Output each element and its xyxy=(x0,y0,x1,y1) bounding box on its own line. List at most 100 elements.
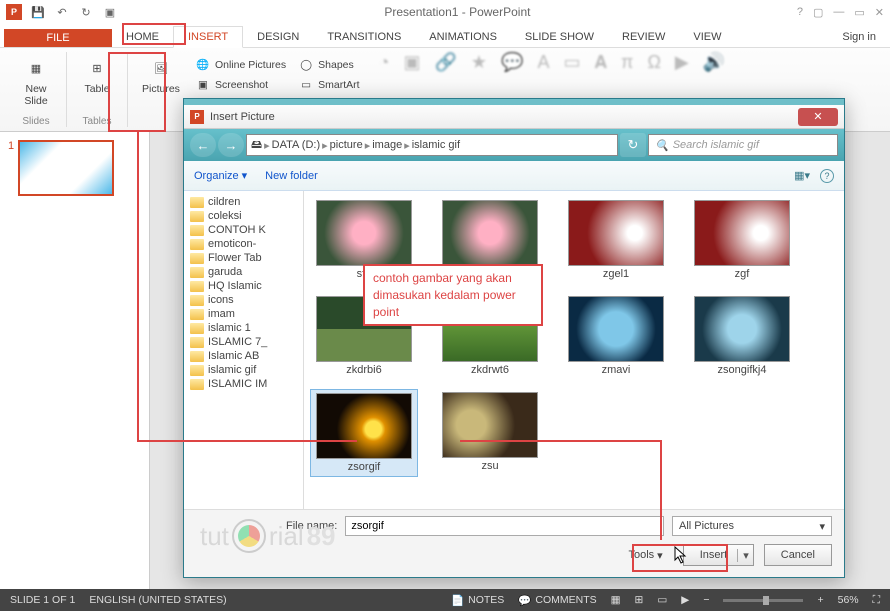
folder-item[interactable]: imam xyxy=(184,307,303,321)
save-icon[interactable]: 💾 xyxy=(30,4,46,20)
close-icon[interactable]: ✕ xyxy=(875,6,884,19)
minimize-icon[interactable]: — xyxy=(833,6,844,19)
file-item[interactable]: zgf xyxy=(688,197,796,283)
header-icon[interactable]: ▭ xyxy=(563,52,580,98)
arrow-line xyxy=(137,132,139,442)
file-name: zkdrwt6 xyxy=(471,364,509,376)
fit-window-icon[interactable]: ⛶ xyxy=(873,594,880,607)
new-slide-button[interactable]: ▦ New Slide xyxy=(14,52,58,109)
online-pictures-button[interactable]: 🌐Online Pictures xyxy=(192,56,289,74)
folder-item[interactable]: ISLAMIC 7_ xyxy=(184,335,303,349)
insert-button[interactable]: Insert▾ xyxy=(683,544,754,566)
audio-icon[interactable]: 🔊 xyxy=(703,52,725,98)
comments-button[interactable]: 💬 COMMENTS xyxy=(518,594,596,607)
new-folder-button[interactable]: New folder xyxy=(265,170,318,182)
filename-input[interactable] xyxy=(345,516,664,536)
pictures-button[interactable]: 🖼 Pictures xyxy=(136,52,186,98)
view-options-button[interactable]: ▦▾ xyxy=(794,169,810,183)
ribbon-toggle-icon[interactable]: ▢ xyxy=(813,6,823,19)
chart-icon[interactable]: ◔ xyxy=(379,52,390,98)
shapes-icon: ◯ xyxy=(298,57,314,73)
cancel-button[interactable]: Cancel xyxy=(764,544,832,566)
folder-item[interactable]: ISLAMIC IM xyxy=(184,377,303,391)
symbol-icon[interactable]: Ω xyxy=(647,52,660,98)
language-status[interactable]: ENGLISH (UNITED STATES) xyxy=(89,594,226,606)
slide-thumbnail[interactable] xyxy=(18,140,114,196)
wordart-icon[interactable]: 𝐀 xyxy=(594,52,607,98)
view-normal-icon[interactable]: ▦ xyxy=(611,594,621,606)
dialog-close-button[interactable]: ✕ xyxy=(798,108,838,126)
insert-picture-dialog: P Insert Picture ✕ ← → 🖴 ▸ DATA (D:)▸ pi… xyxy=(183,98,845,578)
maximize-icon[interactable]: ▭ xyxy=(854,6,864,19)
tools-button[interactable]: Tools▾ xyxy=(628,549,662,562)
folder-icon xyxy=(190,197,204,208)
tab-transitions[interactable]: TRANSITIONS xyxy=(313,27,415,47)
tab-view[interactable]: VIEW xyxy=(679,27,735,47)
view-slideshow-icon[interactable]: ▶ xyxy=(681,594,689,606)
view-reading-icon[interactable]: ▭ xyxy=(657,594,667,606)
redo-icon[interactable]: ↻ xyxy=(78,4,94,20)
folder-item[interactable]: HQ Islamic xyxy=(184,279,303,293)
comment-icon[interactable]: 💬 xyxy=(501,52,523,98)
chevron-down-icon[interactable]: ▾ xyxy=(737,549,749,562)
file-filter-select[interactable]: All Pictures▾ xyxy=(672,516,832,536)
zoom-in-icon[interactable]: + xyxy=(817,594,823,606)
folder-icon xyxy=(190,379,204,390)
file-item[interactable]: zmavi xyxy=(562,293,670,379)
tab-insert[interactable]: INSERT xyxy=(173,26,243,48)
sign-in-link[interactable]: Sign in xyxy=(828,27,890,47)
folder-item[interactable]: islamic gif xyxy=(184,363,303,377)
file-item[interactable]: zgel1 xyxy=(562,197,670,283)
tab-design[interactable]: DESIGN xyxy=(243,27,313,47)
textbox-icon[interactable]: A xyxy=(537,52,549,98)
apps-icon[interactable]: ▣ xyxy=(403,52,420,98)
view-sorter-icon[interactable]: ⊞ xyxy=(635,594,644,606)
start-icon[interactable]: ▣ xyxy=(102,4,118,20)
folder-item[interactable]: CONTOH K xyxy=(184,223,303,237)
tab-review[interactable]: REVIEW xyxy=(608,27,679,47)
help-icon[interactable]: ? xyxy=(797,6,803,19)
smartart-button[interactable]: ▭SmartArt xyxy=(295,76,362,94)
table-button[interactable]: ⊞ Table xyxy=(75,52,119,98)
tab-file[interactable]: FILE xyxy=(4,29,112,47)
action-icon[interactable]: ★ xyxy=(471,52,487,98)
app-icon: P xyxy=(6,4,22,20)
tab-animations[interactable]: ANIMATIONS xyxy=(415,27,511,47)
tab-home[interactable]: HOME xyxy=(112,27,173,47)
tab-slideshow[interactable]: SLIDE SHOW xyxy=(511,27,608,47)
annotation-callout: contoh gambar yang akan dimasukan kedala… xyxy=(363,264,543,326)
undo-icon[interactable]: ↶ xyxy=(54,4,70,20)
help-icon[interactable]: ? xyxy=(820,169,834,183)
folder-item[interactable]: icons xyxy=(184,293,303,307)
shapes-button[interactable]: ◯Shapes xyxy=(295,56,362,74)
folder-item[interactable]: Islamic AB xyxy=(184,349,303,363)
search-input[interactable]: 🔍 Search islamic gif xyxy=(648,134,838,156)
arrow-line xyxy=(460,440,660,442)
folder-item[interactable]: cildren xyxy=(184,195,303,209)
slide-count[interactable]: SLIDE 1 OF 1 xyxy=(10,594,75,606)
folder-item[interactable]: emoticon- xyxy=(184,237,303,251)
folder-item[interactable]: islamic 1 xyxy=(184,321,303,335)
link-icon[interactable]: 🔗 xyxy=(434,52,456,98)
zoom-out-icon[interactable]: − xyxy=(703,594,709,606)
folder-item[interactable]: coleksi xyxy=(184,209,303,223)
zoom-level[interactable]: 56% xyxy=(838,594,859,606)
folder-tree[interactable]: cildrencoleksiCONTOH Kemoticon-Flower Ta… xyxy=(184,191,304,509)
folder-item[interactable]: garuda xyxy=(184,265,303,279)
screenshot-button[interactable]: ▣Screenshot xyxy=(192,76,289,94)
notes-button[interactable]: 📄 NOTES xyxy=(451,594,504,607)
new-slide-icon: ▦ xyxy=(20,54,52,82)
file-list[interactable]: sfozgelzgel1zgfzkdrbi6zkdrwt6zmavizsongi… xyxy=(304,191,844,509)
nav-back-button[interactable]: ← xyxy=(190,133,216,157)
video-icon[interactable]: ▶ xyxy=(675,52,689,98)
file-item[interactable]: zsongifkj4 xyxy=(688,293,796,379)
equation-icon[interactable]: π xyxy=(621,52,633,98)
zoom-slider[interactable] xyxy=(723,599,803,602)
organize-button[interactable]: Organize▾ xyxy=(194,169,247,182)
file-item[interactable]: zsorgif xyxy=(310,389,418,477)
folder-item[interactable]: Flower Tab xyxy=(184,251,303,265)
nav-forward-button[interactable]: → xyxy=(218,133,244,157)
breadcrumb[interactable]: 🖴 ▸ DATA (D:)▸ picture▸ image▸ islamic g… xyxy=(246,134,618,156)
refresh-button[interactable]: ↻ xyxy=(620,133,646,157)
file-item[interactable]: zsu xyxy=(436,389,544,477)
